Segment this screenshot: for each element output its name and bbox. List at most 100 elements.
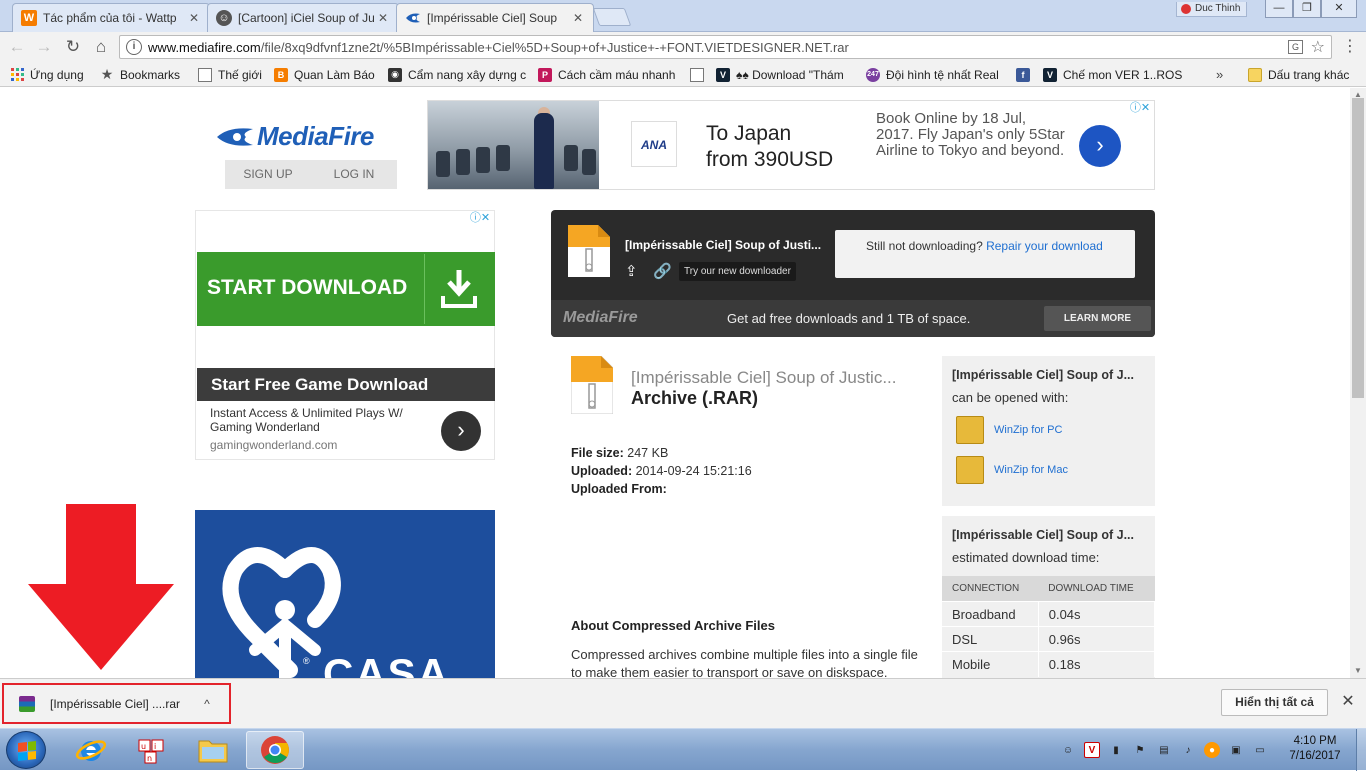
bookmark-other[interactable]: Dấu trang khác bbox=[1248, 66, 1349, 83]
bookmark-label: Cách cầm máu nhanh bbox=[558, 67, 676, 82]
volume-icon[interactable]: ♪ bbox=[1180, 742, 1196, 758]
signup-button[interactable]: SIGN UP bbox=[225, 160, 311, 189]
scroll-down-icon[interactable]: ▼ bbox=[1354, 666, 1362, 675]
folder-icon bbox=[198, 740, 228, 763]
tray-icon-app[interactable]: ▤ bbox=[1156, 742, 1172, 758]
clock-date: 7/16/2017 bbox=[1289, 750, 1341, 762]
bookmark-doi-hinh[interactable]: 247 Đội hình tệ nhất Real bbox=[866, 66, 1004, 83]
taskbar-explorer[interactable] bbox=[184, 731, 242, 769]
download-file-name[interactable]: [Impérissable Ciel] Soup of Justi... bbox=[625, 238, 825, 252]
bookmark-apps[interactable]: Ứng dụng bbox=[10, 66, 84, 83]
adchoices-icon[interactable]: ⓘ✕ bbox=[1126, 101, 1154, 116]
bookmark-page[interactable] bbox=[690, 66, 710, 83]
tray-icon-person[interactable]: ☺ bbox=[1060, 742, 1076, 758]
download-shelf: [Impérissable Ciel] ....rar ^ Hiển thị t… bbox=[0, 678, 1366, 728]
bookmark-che-mon[interactable]: V Chế mon VER 1..ROS bbox=[1043, 66, 1182, 83]
new-tab-button[interactable] bbox=[592, 8, 632, 26]
clock[interactable]: 4:10 PM 7/16/2017 bbox=[1280, 734, 1350, 764]
show-all-downloads-button[interactable]: Hiển thị tất cả bbox=[1221, 689, 1328, 716]
adchoices-icon[interactable]: ⓘ✕ bbox=[466, 211, 494, 226]
start-button[interactable] bbox=[6, 731, 46, 769]
folder-icon bbox=[1248, 67, 1262, 82]
download-item[interactable]: [Impérissable Ciel] ....rar ^ bbox=[2, 683, 231, 724]
chevron-up-icon[interactable]: ^ bbox=[197, 697, 217, 711]
bookmark-star-icon[interactable]: ☆ bbox=[1311, 37, 1325, 57]
page-scrollbar[interactable]: ▲ ▼ bbox=[1350, 88, 1366, 678]
ad-go-button[interactable]: › bbox=[441, 411, 481, 451]
minimize-button[interactable]: — bbox=[1265, 0, 1293, 18]
winzip-icon bbox=[956, 456, 984, 484]
bookmark-facebook[interactable]: f bbox=[1016, 66, 1036, 83]
ad-title: Start Free Game Download bbox=[211, 375, 429, 394]
forward-button[interactable]: → bbox=[33, 36, 55, 58]
casa-ad[interactable]: ® CASA bbox=[195, 510, 495, 678]
window-close-button[interactable]: ✕ bbox=[1321, 0, 1357, 18]
bookmark-download-tham[interactable]: V ♠♠ Download "Thám bbox=[716, 66, 853, 83]
bookmark-bookmarks[interactable]: ★ Bookmarks bbox=[100, 66, 180, 83]
file-size-label: File size: bbox=[571, 446, 624, 460]
star-icon: ★ bbox=[100, 66, 114, 82]
winzip-pc-link[interactable]: WinZip for PC bbox=[956, 416, 1062, 444]
tray-icon-device[interactable]: ▣ bbox=[1228, 742, 1244, 758]
browser-menu-icon[interactable]: ⋮ bbox=[1340, 37, 1360, 57]
profile-button[interactable]: Duc Thinh bbox=[1176, 2, 1248, 17]
internet-explorer-icon bbox=[75, 740, 107, 761]
share-icon[interactable]: ⇪ bbox=[625, 262, 638, 280]
top-banner-ad[interactable]: ANA To Japan from 390USD Book Online by … bbox=[427, 100, 1155, 190]
uploaded-label: Uploaded: bbox=[571, 464, 633, 478]
bookmark-cam-nang[interactable]: ◉ Cẩm nang xây dựng c bbox=[388, 66, 528, 83]
repair-download-link[interactable]: Repair your download bbox=[986, 239, 1103, 253]
rar-file-icon bbox=[568, 225, 610, 277]
try-new-downloader-button[interactable]: Try our new downloader bbox=[679, 262, 796, 281]
tab-wattpad[interactable]: W Tác phẩm của tôi - Wattp ✕ bbox=[12, 3, 210, 32]
reload-button[interactable]: ↻ bbox=[62, 36, 84, 58]
windows-taskbar: uin ☺ V ▮ ⚑ ▤ ♪ ● ▣ ▭ 4:10 PM 7/16/2017 bbox=[0, 728, 1366, 771]
ad-arrow-button[interactable]: › bbox=[1079, 125, 1121, 167]
back-button[interactable]: ← bbox=[6, 36, 28, 58]
windows-logo-icon bbox=[18, 741, 36, 761]
login-button[interactable]: LOG IN bbox=[311, 160, 397, 189]
table-header-row: CONNECTION DOWNLOAD TIME bbox=[942, 576, 1155, 602]
translate-icon[interactable]: G bbox=[1288, 40, 1303, 54]
taskbar-chrome[interactable] bbox=[246, 731, 304, 769]
home-button[interactable]: ⌂ bbox=[90, 36, 112, 58]
ad-description: Instant Access & Unlimited Plays W/ Gami… bbox=[210, 406, 403, 434]
table-row: DSL 0.96s bbox=[942, 626, 1156, 652]
mediafire-icon bbox=[405, 10, 421, 26]
tab-close-icon[interactable]: ✕ bbox=[187, 11, 201, 25]
side-ad[interactable]: ⓘ✕ START DOWNLOAD Start Free Game Downlo… bbox=[195, 210, 495, 460]
start-download-ad-button[interactable]: START DOWNLOAD bbox=[197, 252, 495, 326]
address-bar[interactable]: i www.mediafire.com/file/8xq9dfvnf1zne2t… bbox=[119, 35, 1332, 59]
about-text: Compressed archives combine multiple fil… bbox=[571, 647, 918, 678]
show-desktop-button[interactable] bbox=[1356, 729, 1366, 771]
winzip-mac-link[interactable]: WinZip for Mac bbox=[956, 456, 1068, 484]
reader-icon: ☺ bbox=[216, 10, 232, 26]
flag-icon[interactable]: ⚑ bbox=[1132, 742, 1148, 758]
taskbar-unikey[interactable]: uin bbox=[122, 731, 180, 769]
tab-cartoon[interactable]: ☺ [Cartoon] iCiel Soup of Ju ✕ bbox=[207, 3, 399, 32]
tray-icon-orange[interactable]: ● bbox=[1204, 742, 1220, 758]
mediafire-logo[interactable]: MediaFire bbox=[215, 121, 374, 152]
copy-link-icon[interactable]: 🔗 bbox=[653, 262, 672, 280]
tab-close-icon[interactable]: ✕ bbox=[376, 11, 390, 25]
scrollbar-thumb[interactable] bbox=[1352, 98, 1364, 398]
tab-mediafire[interactable]: [Impérissable Ciel] Soup ✕ bbox=[396, 3, 594, 32]
site-info-icon[interactable]: i bbox=[126, 39, 142, 55]
bookmarks-overflow-button[interactable]: » bbox=[1216, 66, 1223, 83]
download-arrow-icon bbox=[441, 270, 477, 308]
tray-icon-battery[interactable]: ▭ bbox=[1252, 742, 1268, 758]
bookmark-the-gioi[interactable]: Thế giới bbox=[198, 66, 262, 83]
ad-button-label: START DOWNLOAD bbox=[207, 276, 408, 299]
bookmark-quan-lam-bao[interactable]: B Quan Làm Báo bbox=[274, 66, 375, 83]
bookmark-cach-cam-mau[interactable]: P Cách cầm máu nhanh bbox=[538, 66, 678, 83]
learn-more-button[interactable]: LEARN MORE bbox=[1044, 306, 1151, 331]
tab-close-icon[interactable]: ✕ bbox=[571, 11, 585, 25]
taskbar-ie[interactable] bbox=[62, 731, 120, 769]
download-time-subtitle: estimated download time: bbox=[952, 550, 1100, 565]
download-item-name: [Impérissable Ciel] ....rar bbox=[50, 696, 181, 711]
uploaded-value: 2014-09-24 15:21:16 bbox=[635, 464, 752, 478]
maximize-button[interactable]: ❐ bbox=[1293, 0, 1321, 18]
tray-icon-unikey[interactable]: V bbox=[1084, 742, 1100, 758]
network-icon[interactable]: ▮ bbox=[1108, 742, 1124, 758]
close-shelf-icon[interactable]: ✕ bbox=[1338, 692, 1358, 712]
